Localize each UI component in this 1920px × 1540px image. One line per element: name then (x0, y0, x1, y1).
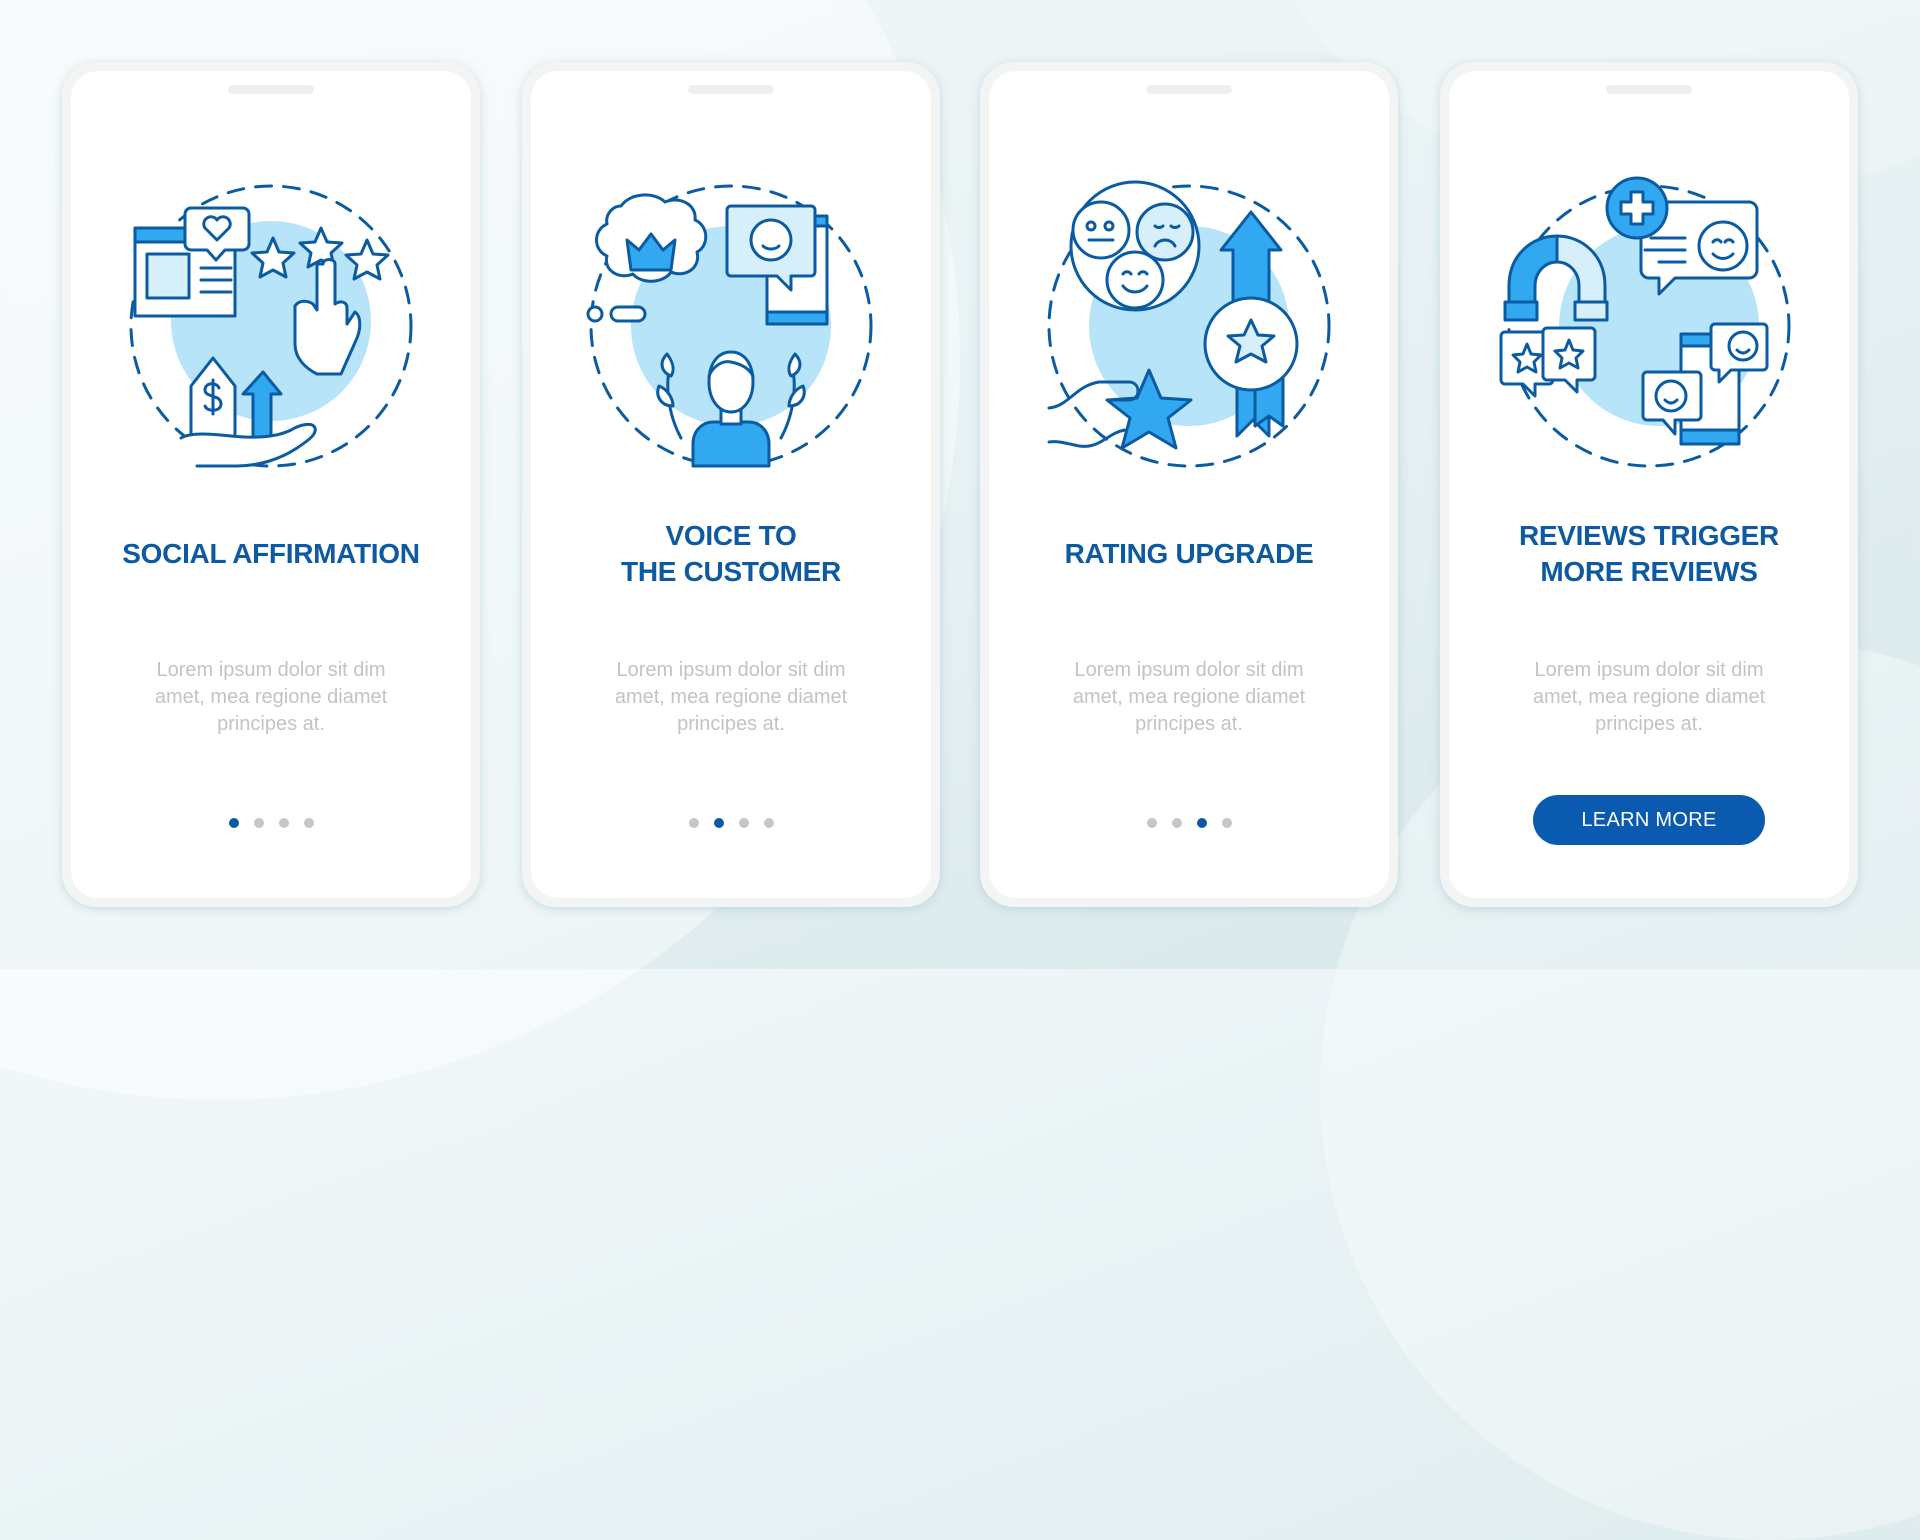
description-line: principes at. (217, 713, 325, 735)
description-line: Lorem ipsum dolor sit dim (1074, 659, 1304, 681)
page-dot-active[interactable] (1196, 818, 1207, 828)
page-dot[interactable] (1221, 818, 1232, 828)
title-line: REVIEWS TRIGGER (1519, 520, 1779, 551)
description-line: amet, mea regione diamet (1532, 686, 1766, 708)
description-line: Lorem ipsum dolor sit dim (156, 659, 386, 681)
description-line: principes at. (1595, 713, 1703, 735)
description-line: amet, mea regione diamet (1072, 686, 1306, 708)
description-line: principes at. (677, 713, 785, 735)
screen-title: VOICE TO THE CUSTOMER (531, 518, 931, 590)
phone-notch (1146, 85, 1232, 94)
add-review-icon (1605, 176, 1669, 240)
onboarding-screen-1: SOCIAL AFFIRMATION Lorem ipsum dolor sit… (62, 62, 480, 907)
social-proof-illustration (121, 176, 421, 476)
page-dot[interactable] (1171, 818, 1182, 828)
learn-more-button[interactable]: LEARN MORE (1533, 795, 1765, 845)
screen-description: Lorem ipsum dolor sit dim amet, mea regi… (1029, 657, 1349, 738)
phone-screen: VOICE TO THE CUSTOMER Lorem ipsum dolor … (531, 71, 931, 898)
title-line: THE CUSTOMER (621, 556, 841, 587)
screen-title: REVIEWS TRIGGER MORE REVIEWS (1449, 518, 1849, 590)
page-dot[interactable] (278, 818, 289, 828)
feedback-emojis-icon (1069, 180, 1201, 312)
phone-notch (228, 85, 314, 94)
phone-notch (1606, 85, 1692, 94)
thought-dash (609, 305, 647, 323)
description-line: amet, mea regione diamet (154, 686, 388, 708)
screen-description: Lorem ipsum dolor sit dim amet, mea regi… (1489, 657, 1809, 738)
description-line: Lorem ipsum dolor sit dim (1534, 659, 1764, 681)
onboarding-screen-4: REVIEWS TRIGGER MORE REVIEWS Lorem ipsum… (1440, 62, 1858, 907)
page-dot-active[interactable] (713, 818, 724, 828)
title-line: SOCIAL AFFIRMATION (122, 538, 420, 569)
reviews-trigger-illustration (1499, 176, 1799, 476)
page-dot[interactable] (303, 818, 314, 828)
description-line: Lorem ipsum dolor sit dim (616, 659, 846, 681)
description-line: principes at. (1135, 713, 1243, 735)
page-dot[interactable] (738, 818, 749, 828)
screen-title: SOCIAL AFFIRMATION (71, 536, 471, 572)
page-dot-active[interactable] (228, 818, 239, 828)
description-line: amet, mea regione diamet (614, 686, 848, 708)
smiley-bubble-icon (725, 204, 817, 292)
title-line: MORE REVIEWS (1540, 556, 1758, 587)
page-dot[interactable] (1146, 818, 1157, 828)
page-dot[interactable] (688, 818, 699, 828)
screen-description: Lorem ipsum dolor sit dim amet, mea regi… (571, 657, 891, 738)
page-indicator (989, 818, 1389, 828)
screen-description: Lorem ipsum dolor sit dim amet, mea regi… (111, 657, 431, 738)
magnet-icon (1503, 234, 1609, 322)
customer-voice-illustration (581, 176, 881, 476)
page-dot[interactable] (253, 818, 264, 828)
phone-notch (688, 85, 774, 94)
onboarding-screen-3: RATING UPGRADE Lorem ipsum dolor sit dim… (980, 62, 1398, 907)
thought-dot (586, 305, 604, 323)
title-line: VOICE TO (665, 520, 797, 551)
page-indicator (531, 818, 931, 828)
page-dot[interactable] (763, 818, 774, 828)
screen-title: RATING UPGRADE (989, 536, 1389, 572)
phone-screen: RATING UPGRADE Lorem ipsum dolor sit dim… (989, 71, 1389, 898)
title-line: RATING UPGRADE (1064, 538, 1314, 569)
page-indicator (71, 818, 471, 828)
phone-screen: SOCIAL AFFIRMATION Lorem ipsum dolor sit… (71, 71, 471, 898)
onboarding-screen-2: VOICE TO THE CUSTOMER Lorem ipsum dolor … (522, 62, 940, 907)
phone-screen: REVIEWS TRIGGER MORE REVIEWS Lorem ipsum… (1449, 71, 1849, 898)
rating-upgrade-illustration (1039, 176, 1339, 476)
